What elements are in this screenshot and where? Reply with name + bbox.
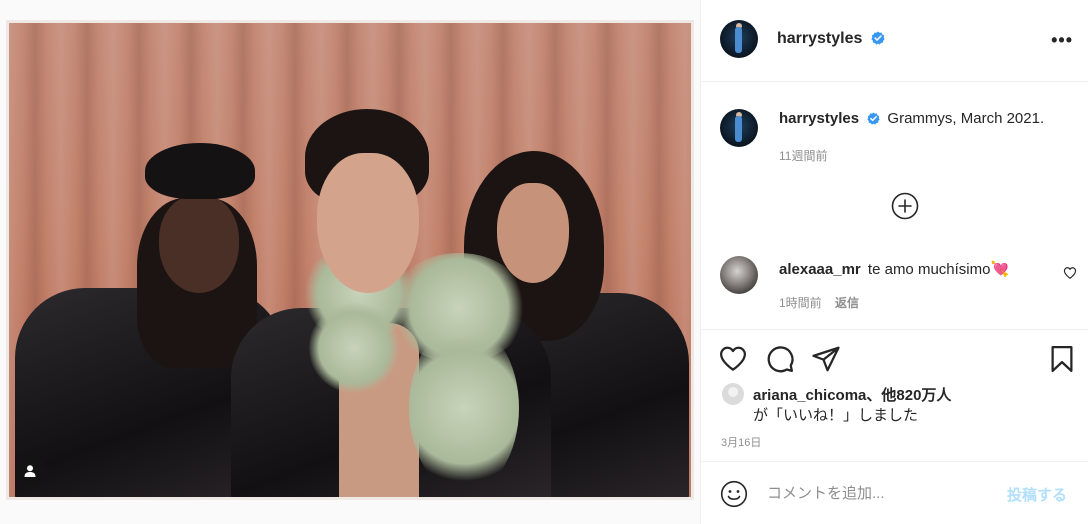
like-button[interactable] <box>718 344 748 374</box>
caption-text: harrystyles Grammys, March 2021. <box>779 110 1044 129</box>
post-actions: ariana_chicoma、他820万人 が「いいね！」しました 3月16日 <box>701 329 1088 461</box>
heart-icon <box>720 346 746 371</box>
verified-badge-icon <box>871 31 885 50</box>
emoji-button[interactable] <box>720 480 748 513</box>
load-more-comments-button[interactable] <box>891 192 919 220</box>
post-media-pane <box>0 0 700 524</box>
post-photo[interactable] <box>6 20 694 500</box>
likes-summary-suffix: が「いいね！」しました <box>753 407 919 424</box>
smiley-icon <box>720 480 748 508</box>
comment-like-button[interactable] <box>1063 266 1077 285</box>
comment-timestamp[interactable]: 1時間前 <box>779 296 822 310</box>
user-tag-button[interactable] <box>15 456 45 486</box>
save-button[interactable] <box>1047 344 1077 374</box>
caption-timestamp[interactable]: 11週間前 <box>779 147 827 164</box>
author-name-row: harrystyles <box>777 30 885 50</box>
add-comment-bar: 投稿する <box>701 461 1088 524</box>
liker-avatar[interactable] <box>722 383 744 405</box>
post-detail-panel: harrystyles ••• harrystyles Grammys, Mar… <box>700 0 1088 524</box>
author-username[interactable]: harrystyles <box>777 30 862 47</box>
commenter-avatar[interactable] <box>720 256 758 294</box>
more-options-icon[interactable]: ••• <box>1051 30 1073 51</box>
caption-author-username[interactable]: harrystyles <box>779 110 859 127</box>
heart-icon <box>1063 267 1077 279</box>
comment-button[interactable] <box>765 344 795 374</box>
comment-input[interactable] <box>767 482 997 504</box>
post-header: harrystyles ••• <box>701 0 1088 82</box>
reply-button[interactable]: 返信 <box>835 296 859 310</box>
caption-author-avatar[interactable] <box>720 109 758 147</box>
commenter-username[interactable]: alexaaa_mr <box>779 261 861 278</box>
post-comment-button[interactable]: 投稿する <box>1007 484 1067 505</box>
post-date[interactable]: 3月16日 <box>721 434 761 450</box>
comment-text-row: alexaaa_mr te amo muchísimo💘 <box>779 260 1009 278</box>
verified-badge-icon <box>867 112 880 129</box>
user-tag-icon <box>24 465 36 477</box>
paper-plane-icon <box>812 346 840 372</box>
likes-summary[interactable]: ariana_chicoma、他820万人 <box>753 384 951 405</box>
comment-icon <box>767 346 794 373</box>
comment-body: te amo muchísimo💘 <box>867 261 1010 278</box>
comment-meta: 1時間前 返信 <box>779 294 859 311</box>
plus-circle-icon <box>891 192 919 220</box>
caption-body: Grammys, March 2021. <box>887 110 1045 127</box>
share-button[interactable] <box>811 344 841 374</box>
bookmark-icon <box>1051 346 1073 372</box>
author-avatar[interactable] <box>720 20 758 58</box>
